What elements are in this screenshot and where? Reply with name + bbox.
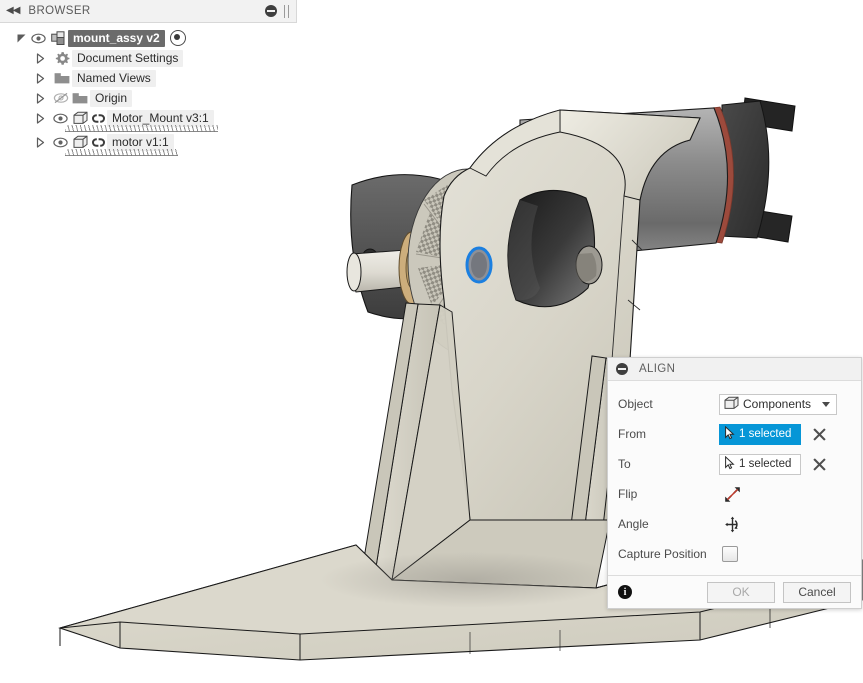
browser-header: ◀◀ BROWSER	[0, 0, 297, 23]
tree-item-origin[interactable]: Origin	[0, 88, 297, 108]
to-clear-icon[interactable]	[812, 457, 826, 471]
dialog-body: Object Components From 1 selected To 1 s…	[608, 381, 861, 575]
drag-grip-icon[interactable]	[284, 4, 290, 18]
to-selection-button[interactable]: 1 selected	[719, 453, 801, 475]
chevron-right-icon[interactable]	[33, 92, 48, 104]
double-left-arrow-icon[interactable]: ◀◀	[6, 6, 20, 16]
info-icon[interactable]: i	[618, 585, 632, 599]
field-row-angle: Angle	[618, 509, 851, 539]
browser-tree: mount_assy v2 Document Settings Named Vi…	[0, 23, 297, 156]
capture-position-checkbox[interactable]	[722, 546, 738, 562]
tree-item-label-grounded: motor v1:1	[65, 133, 178, 156]
dialog-header[interactable]: ALIGN	[608, 358, 861, 381]
field-row-from: From 1 selected	[618, 419, 851, 449]
gear-icon	[52, 51, 72, 66]
dialog-title: ALIGN	[639, 363, 676, 375]
tree-item-label-grounded: Motor_Mount v3:1	[65, 109, 218, 132]
from-selection-value: 1 selected	[739, 428, 792, 440]
tree-item-label: Named Views	[72, 69, 156, 87]
object-type-value: Components	[743, 397, 812, 411]
tree-item-mount-assy[interactable]: mount_assy v2	[0, 28, 297, 48]
grounded-hatch-icon	[65, 124, 218, 132]
tree-item-label: Origin	[90, 89, 133, 107]
tree-item-label: motor v1:1	[112, 134, 169, 149]
folder-icon	[70, 92, 90, 105]
capture-position-label: Capture Position	[618, 547, 707, 561]
linked-component-icon	[90, 112, 107, 125]
from-clear-icon[interactable]	[812, 427, 826, 441]
chevron-right-icon[interactable]	[33, 136, 48, 148]
field-row-capture-position: Capture Position	[618, 539, 851, 569]
linked-component-icon	[90, 136, 107, 149]
browser-panel: ◀◀ BROWSER mount_assy v2 Document Settin…	[0, 0, 297, 156]
cursor-select-icon	[724, 455, 736, 473]
minimize-icon[interactable]	[616, 363, 628, 375]
cursor-select-icon	[724, 425, 736, 443]
component-icon	[70, 111, 90, 125]
minimize-icon[interactable]	[265, 5, 277, 17]
tree-item-label: Document Settings	[72, 49, 184, 67]
chevron-right-icon[interactable]	[33, 72, 48, 84]
tree-item-label: mount_assy v2	[68, 29, 165, 47]
cancel-button[interactable]: Cancel	[783, 581, 851, 603]
field-row-flip: Flip	[618, 479, 851, 509]
from-selection-button[interactable]: 1 selected	[719, 423, 801, 445]
expanded-triangle-icon[interactable]	[14, 33, 29, 44]
tree-item-motor[interactable]: motor v1:1	[0, 132, 297, 156]
tree-item-document-settings[interactable]: Document Settings	[0, 48, 297, 68]
align-dialog[interactable]: ALIGN Object Components From 1 selected …	[607, 357, 862, 609]
from-label: From	[618, 427, 646, 441]
activate-component-icon[interactable]	[169, 30, 186, 46]
grounded-hatch-icon	[65, 148, 178, 156]
visibility-eye-icon[interactable]	[51, 137, 70, 148]
dialog-footer: i OK Cancel	[608, 575, 861, 608]
object-type-dropdown[interactable]: Components	[719, 393, 837, 415]
chevron-right-icon[interactable]	[33, 52, 48, 64]
flip-disabled-icon[interactable]	[721, 484, 743, 504]
flip-label: Flip	[618, 487, 638, 501]
ok-button[interactable]: OK	[707, 581, 775, 603]
visibility-eye-icon[interactable]	[51, 113, 70, 124]
angle-label: Angle	[618, 517, 649, 531]
to-label: To	[618, 457, 631, 471]
rotate-move-icon[interactable]	[721, 514, 743, 534]
to-selection-value: 1 selected	[739, 458, 792, 470]
object-label: Object	[618, 397, 653, 411]
tree-item-named-views[interactable]: Named Views	[0, 68, 297, 88]
tree-item-label: Motor_Mount v3:1	[112, 110, 209, 125]
component-icon	[70, 135, 90, 149]
chevron-right-icon[interactable]	[33, 112, 48, 124]
field-row-object: Object Components	[618, 389, 851, 419]
chevron-down-icon[interactable]	[822, 401, 830, 407]
field-row-to: To 1 selected	[618, 449, 851, 479]
browser-title: BROWSER	[28, 5, 91, 17]
visibility-hidden-eye-icon[interactable]	[51, 92, 70, 104]
assembly-icon	[48, 30, 68, 46]
visibility-eye-icon[interactable]	[29, 33, 48, 44]
tree-item-motor-mount[interactable]: Motor_Mount v3:1	[0, 108, 297, 132]
folder-icon	[52, 72, 72, 85]
component-icon	[724, 396, 739, 413]
